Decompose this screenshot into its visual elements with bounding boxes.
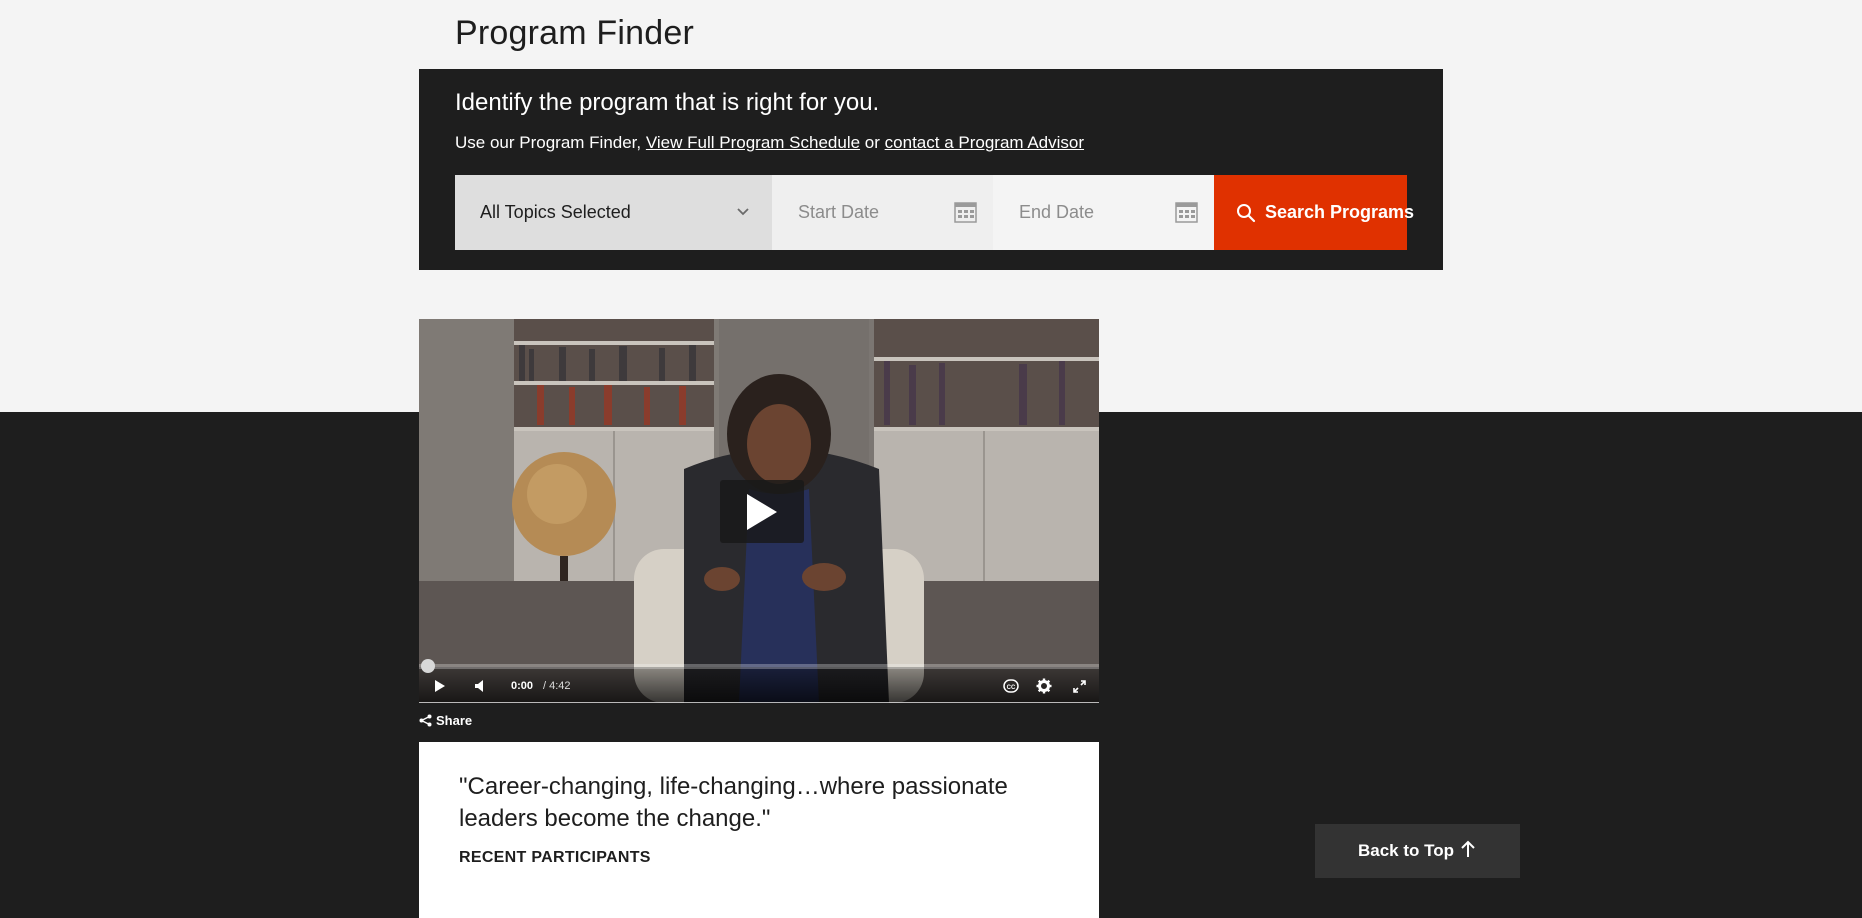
volume-icon[interactable]: [474, 679, 488, 693]
program-finder-panel: Identify the program that is right for y…: [419, 69, 1443, 270]
play-icon: [747, 494, 777, 530]
share-button[interactable]: Share: [419, 713, 472, 728]
view-schedule-link[interactable]: View Full Program Schedule: [646, 133, 860, 152]
big-play-button[interactable]: [720, 480, 804, 543]
finder-controls: All Topics Selected Start Date End Date: [455, 175, 1414, 250]
start-date-placeholder: Start Date: [798, 202, 880, 222]
calendar-icon[interactable]: [1175, 202, 1198, 223]
search-icon: [1237, 204, 1256, 223]
page-title: Program Finder: [455, 14, 694, 52]
finder-subtext: Use our Program Finder, View Full Progra…: [455, 133, 1084, 153]
play-icon[interactable]: [434, 679, 446, 693]
finder-heading: Identify the program that is right for y…: [455, 89, 880, 116]
topic-select[interactable]: All Topics Selected: [455, 175, 772, 250]
testimonial-card: "Career-changing, life-changing…where pa…: [419, 742, 1099, 918]
search-programs-label: Search Programs: [1265, 202, 1415, 222]
search-programs-button[interactable]: Search Programs: [1214, 175, 1414, 250]
svg-text:CC: CC: [1007, 685, 1016, 691]
current-time: 0:00: [511, 680, 534, 692]
finder-sub-or: or: [864, 133, 880, 152]
video-player[interactable]: 0:00 / 4:42 CC: [419, 319, 1099, 703]
chevron-down-icon: [737, 208, 749, 216]
back-to-top-label: Back to Top: [1358, 841, 1455, 860]
end-date-placeholder: End Date: [1019, 202, 1095, 222]
end-date-field[interactable]: End Date: [993, 175, 1214, 250]
video-divider: [419, 702, 1099, 703]
calendar-icon[interactable]: [954, 202, 977, 223]
settings-gear-icon[interactable]: [1036, 678, 1052, 694]
finder-sub-prefix: Use our Program Finder,: [455, 133, 642, 152]
video-progress-bar[interactable]: [419, 659, 1099, 673]
start-date-field[interactable]: Start Date: [772, 175, 993, 250]
back-to-top-button[interactable]: Back to Top: [1315, 824, 1520, 878]
share-icon: [419, 714, 432, 727]
testimonial-quote: "Career-changing, life-changing…where pa…: [459, 773, 1008, 832]
testimonial-attribution: RECENT PARTICIPANTS: [459, 849, 651, 866]
arrow-up-icon: [1461, 840, 1475, 857]
contact-advisor-link[interactable]: contact a Program Advisor: [885, 133, 1084, 152]
share-label: Share: [436, 713, 473, 728]
progress-scrubber[interactable]: [421, 659, 435, 673]
closed-captions-icon[interactable]: CC: [1003, 679, 1019, 693]
topic-select-value: All Topics Selected: [480, 202, 631, 222]
duration: / 4:42: [543, 680, 571, 692]
fullscreen-icon[interactable]: [1072, 679, 1087, 694]
